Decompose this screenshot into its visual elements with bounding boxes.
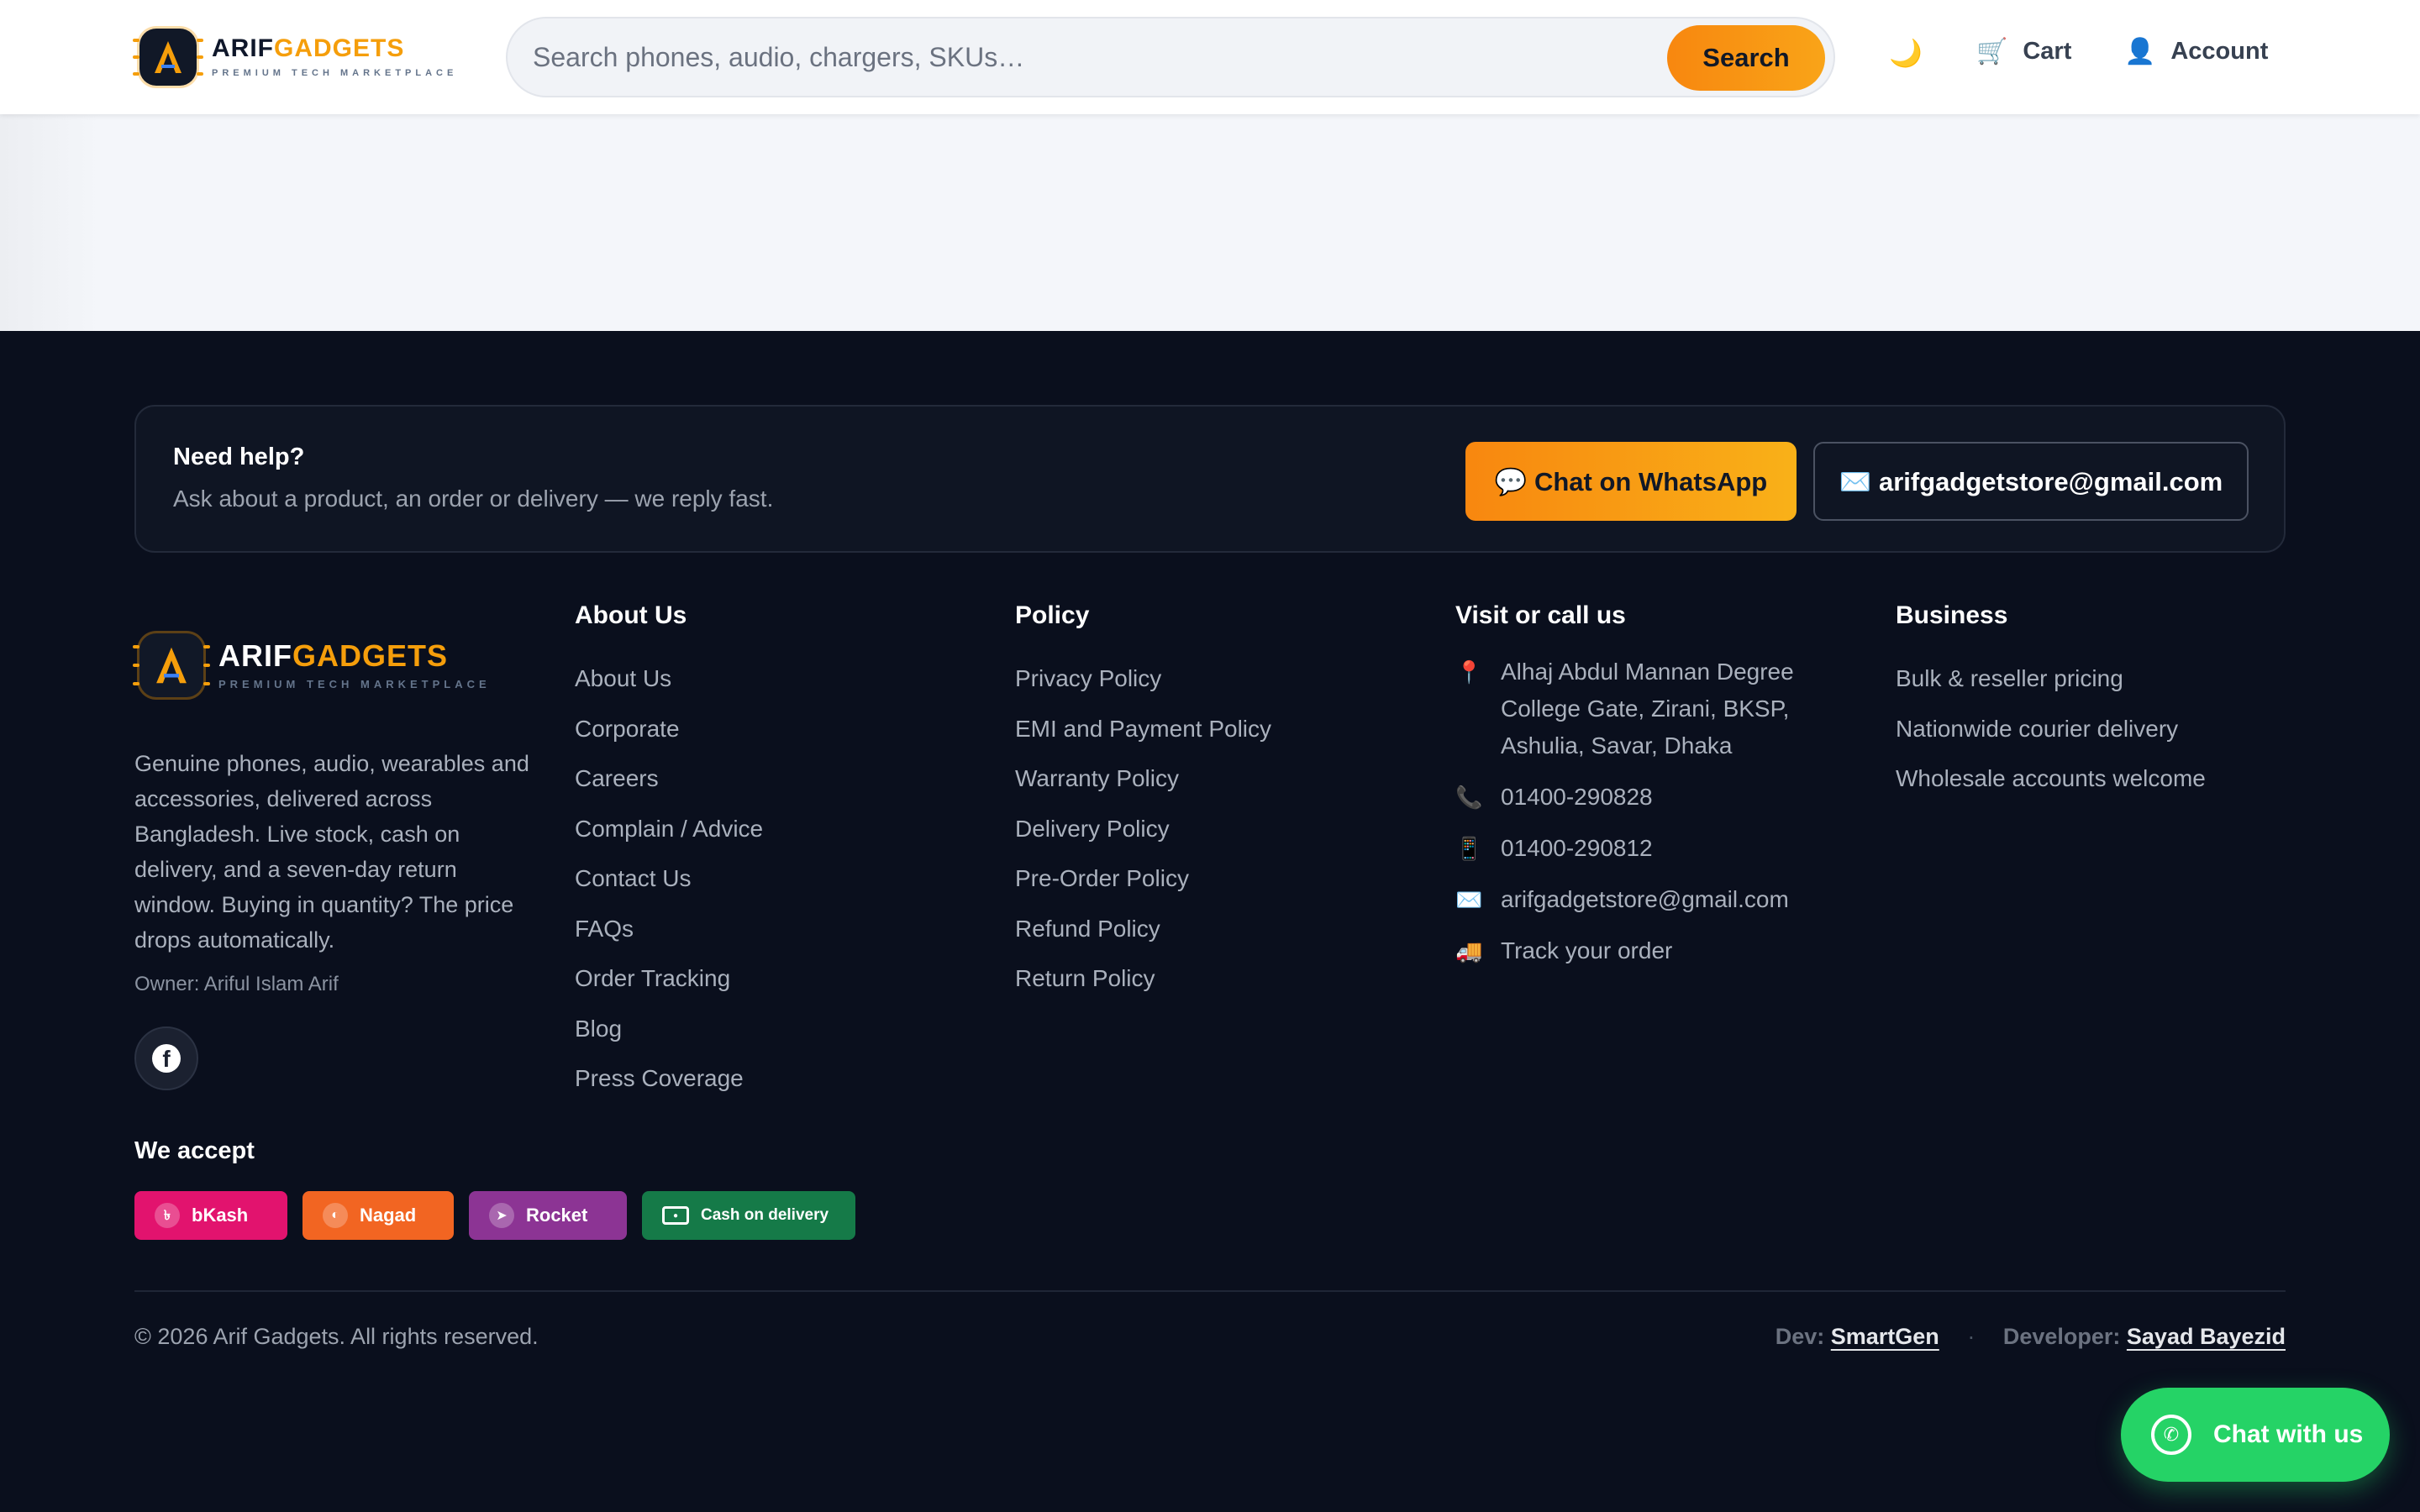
site-header: ARIFGADGETS PREMIUM TECH MARKETPLACE Sea… (0, 0, 2420, 114)
moon-icon[interactable]: 🌙 (1889, 37, 1923, 69)
link-contact-us[interactable]: Contact Us (575, 853, 763, 904)
cod-label: Cash on delivery (701, 1206, 829, 1224)
phone-text[interactable]: 01400-290828 (1501, 779, 1653, 816)
bkash-label: bKash (192, 1205, 249, 1226)
about-links: About Us Corporate Careers Complain / Ad… (575, 654, 763, 1104)
whatsapp-chat-button[interactable]: 💬 Chat on WhatsApp (1465, 442, 1797, 521)
link-bulk-reseller[interactable]: Bulk & reseller pricing (1896, 654, 2206, 704)
site-footer: Need help? Ask about a product, an order… (0, 331, 2420, 1512)
chat-label: Chat with us (2213, 1420, 2364, 1448)
policy-links: Privacy Policy EMI and Payment Policy Wa… (1015, 654, 1271, 1004)
link-warranty-policy[interactable]: Warranty Policy (1015, 753, 1271, 804)
logo-wordmark: ARIFGADGETS (212, 34, 405, 62)
developer-label: Developer: (2002, 1324, 2121, 1349)
chat-with-us-button[interactable]: ✆ Chat with us (2121, 1388, 2390, 1482)
footer-logo[interactable]: ARIFGADGETS PREMIUM TECH MARKETPLACE (133, 633, 491, 697)
contact-list: 📍 Alhaj Abdul Mannan Degree College Gate,… (1455, 654, 1859, 984)
whatsapp-icon: ✆ (2151, 1415, 2191, 1455)
nagad-label: Nagad (360, 1205, 417, 1226)
credits-separator: · (1967, 1324, 1975, 1349)
address-text: Alhaj Abdul Mannan Degree College Gate, … (1501, 659, 1794, 759)
nagad-badge: ◐ Nagad (302, 1191, 454, 1240)
dev-label: Dev: (1775, 1324, 1825, 1349)
rocket-label: Rocket (526, 1205, 588, 1226)
facebook-icon[interactable]: f (134, 1026, 198, 1090)
link-privacy-policy[interactable]: Privacy Policy (1015, 654, 1271, 704)
email-item[interactable]: ✉️ arifgadgetstore@gmail.com (1455, 881, 1859, 918)
mobile-phone-icon: 📱 (1455, 836, 1483, 861)
link-refund-policy[interactable]: Refund Policy (1015, 904, 1271, 954)
footer-divider (134, 1290, 2286, 1292)
mobile-text[interactable]: 01400-290812 (1501, 830, 1653, 867)
cart-button[interactable]: 🛒 Cart (1976, 37, 2071, 66)
envelope-icon: ✉️ (1455, 887, 1483, 912)
map-pin-icon: 📍 (1455, 659, 1483, 685)
business-links: Bulk & reseller pricing Nationwide couri… (1896, 654, 2206, 804)
bkash-icon: ৳ (155, 1203, 180, 1228)
link-order-tracking[interactable]: Order Tracking (575, 953, 763, 1004)
developer-link[interactable]: Sayad Bayezid (2127, 1324, 2286, 1349)
cart-label: Cart (2023, 38, 2072, 65)
link-wholesale-accounts[interactable]: Wholesale accounts welcome (1896, 753, 2206, 804)
link-pre-order-policy[interactable]: Pre-Order Policy (1015, 853, 1271, 904)
email-text[interactable]: arifgadgetstore@gmail.com (1501, 881, 1789, 918)
header-logo[interactable]: ARIFGADGETS PREMIUM TECH MARKETPLACE (133, 29, 458, 86)
link-delivery-policy[interactable]: Delivery Policy (1015, 804, 1271, 854)
link-press-coverage[interactable]: Press Coverage (575, 1053, 763, 1104)
developer-credits: Dev: SmartGen · Developer: Sayad Bayezid (1776, 1324, 2286, 1350)
account-label: Account (2170, 38, 2269, 65)
link-complain-advice[interactable]: Complain / Advice (575, 804, 763, 854)
about-heading: About Us (575, 601, 687, 629)
link-return-policy[interactable]: Return Policy (1015, 953, 1271, 1004)
link-courier-delivery[interactable]: Nationwide courier delivery (1896, 704, 2206, 754)
help-title: Need help? (173, 444, 305, 470)
dev-link[interactable]: SmartGen (1831, 1324, 1939, 1349)
owner-text: Owner: Ariful Islam Arif (134, 973, 339, 995)
logo-tagline: PREMIUM TECH MARKETPLACE (218, 677, 491, 690)
link-corporate[interactable]: Corporate (575, 704, 763, 754)
bkash-badge: ৳ bKash (134, 1191, 287, 1240)
brand-description: Genuine phones, audio, wearables and acc… (134, 751, 529, 953)
link-blog[interactable]: Blog (575, 1004, 763, 1054)
policy-heading: Policy (1015, 601, 1090, 629)
search-button[interactable]: Search (1667, 25, 1825, 91)
logo-tagline: PREMIUM TECH MARKETPLACE (212, 68, 458, 78)
rocket-badge: ➤ Rocket (469, 1191, 627, 1240)
link-about-us[interactable]: About Us (575, 654, 763, 704)
logo-wordmark: ARIFGADGETS (218, 638, 449, 673)
we-accept-heading: We accept (134, 1137, 255, 1164)
link-careers[interactable]: Careers (575, 753, 763, 804)
cart-icon: 🛒 (1976, 38, 2008, 66)
copyright-text: © 2026 Arif Gadgets. All rights reserved… (134, 1324, 539, 1349)
business-heading: Business (1896, 601, 2008, 629)
help-banner: Need help? Ask about a product, an order… (134, 405, 2286, 553)
mobile-item[interactable]: 📱 01400-290812 (1455, 830, 1859, 867)
email-button[interactable]: ✉️ arifgadgetstore@gmail.com (1813, 442, 2249, 521)
help-subtitle: Ask about a product, an order or deliver… (173, 486, 774, 512)
rocket-icon: ➤ (489, 1203, 514, 1228)
track-order-text[interactable]: Track your order (1501, 932, 1672, 969)
user-icon: 👤 (2124, 38, 2156, 66)
search-bar: Search (506, 17, 1835, 97)
content-area (0, 114, 2420, 331)
address-item: 📍 Alhaj Abdul Mannan Degree College Gate,… (1455, 654, 1859, 764)
cash-icon: ● (662, 1206, 689, 1225)
link-emi-payment-policy[interactable]: EMI and Payment Policy (1015, 704, 1271, 754)
link-faqs[interactable]: FAQs (575, 904, 763, 954)
visit-heading: Visit or call us (1455, 601, 1626, 629)
nagad-icon: ◐ (323, 1203, 348, 1228)
phone-item[interactable]: 📞 01400-290828 (1455, 779, 1859, 816)
logo-icon (133, 633, 210, 697)
logo-icon (133, 29, 203, 86)
cod-badge: ● Cash on delivery (642, 1191, 855, 1240)
track-order-item[interactable]: 🚚 Track your order (1455, 932, 1859, 969)
account-button[interactable]: 👤 Account (2124, 37, 2268, 66)
phone-icon: 📞 (1455, 785, 1483, 810)
truck-icon: 🚚 (1455, 938, 1483, 963)
search-input[interactable] (533, 18, 1642, 96)
